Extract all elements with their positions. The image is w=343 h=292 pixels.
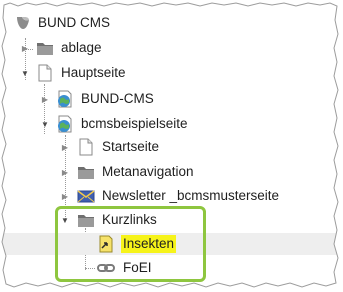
globe-page-icon (56, 90, 74, 108)
typo3-logo-icon (14, 14, 32, 32)
tree-node-hauptseite[interactable]: ▼ Hauptseite (0, 62, 343, 84)
folder-icon (36, 39, 54, 57)
expand-arrow-icon[interactable]: ▶ (60, 191, 70, 201)
globe-page-icon (56, 115, 74, 133)
node-label: bcmsbeispielseite (81, 116, 188, 131)
node-label: Metanavigation (102, 164, 194, 179)
expand-arrow-icon[interactable]: ▶ (40, 94, 50, 104)
node-label: BUND-CMS (81, 91, 154, 106)
node-label: Startseite (102, 139, 160, 154)
tree-node-newsletter[interactable]: ▶ Newsletter _bcmsmusterseite (0, 185, 343, 207)
expand-arrow-icon[interactable]: ▶ (60, 142, 70, 152)
tree-root[interactable]: BUND CMS (0, 12, 343, 34)
tree-node-startseite[interactable]: ▶ Startseite (0, 136, 343, 158)
annotation-highlight-box (55, 206, 206, 282)
node-label: Hauptseite (61, 65, 126, 80)
newsletter-icon (77, 187, 95, 205)
collapse-arrow-icon[interactable]: ▼ (40, 119, 50, 129)
page-icon (77, 138, 95, 156)
expand-arrow-icon[interactable]: ▶ (60, 167, 70, 177)
tree-node-ablage[interactable]: ▶ ablage (0, 37, 343, 59)
node-label: Newsletter _bcmsmusterseite (102, 188, 280, 203)
page-tree: BUND CMS ▶ ablage ▼ Hauptseite ▶ BUND-CM… (0, 0, 343, 292)
tree-node-bund-cms[interactable]: ▶ BUND-CMS (0, 88, 343, 110)
node-label: ablage (61, 40, 102, 55)
folder-icon (77, 163, 95, 181)
collapse-arrow-icon[interactable]: ▼ (20, 68, 30, 78)
root-label: BUND CMS (38, 15, 111, 30)
tree-node-metanavigation[interactable]: ▶ Metanavigation (0, 161, 343, 183)
expand-arrow-icon[interactable]: ▶ (20, 43, 30, 53)
page-icon (36, 64, 54, 82)
tree-node-bcmsbeispielseite[interactable]: ▼ bcmsbeispielseite (0, 113, 343, 135)
